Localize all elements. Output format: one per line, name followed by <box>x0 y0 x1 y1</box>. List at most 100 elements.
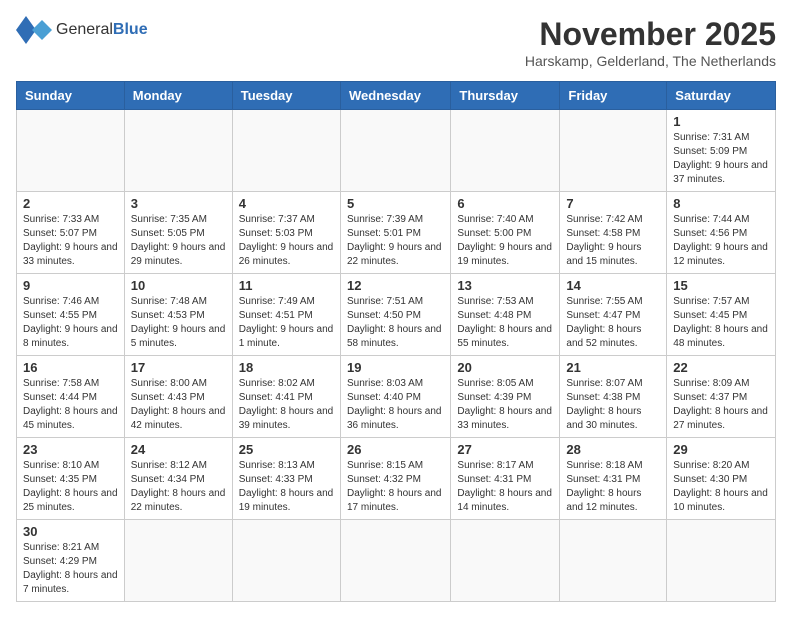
day-info: Sunrise: 8:17 AM Sunset: 4:31 PM Dayligh… <box>457 459 553 515</box>
page-header: GeneralBlue November 2025 Harskamp, Geld… <box>16 16 776 69</box>
day-number: 3 <box>131 196 226 211</box>
title-block: November 2025 Harskamp, Gelderland, The … <box>525 16 776 69</box>
calendar-cell <box>340 520 450 602</box>
calendar-cell: 25 Sunrise: 8:13 AM Sunset: 4:33 PM Dayli… <box>232 438 340 520</box>
day-info: Sunrise: 8:20 AM Sunset: 4:30 PM Dayligh… <box>673 459 769 515</box>
day-info: Sunrise: 7:40 AM Sunset: 5:00 PM Dayligh… <box>457 213 553 269</box>
day-number: 30 <box>23 524 118 539</box>
week-row-6: 30 Sunrise: 8:21 AM Sunset: 4:29 PM Dayli… <box>17 520 776 602</box>
calendar-cell: 12 Sunrise: 7:51 AM Sunset: 4:50 PM Dayli… <box>340 274 450 356</box>
calendar-cell: 27Sunrise: 8:17 AM Sunset: 4:31 PM Dayli… <box>451 438 560 520</box>
calendar-cell: 17Sunrise: 8:00 AM Sunset: 4:43 PM Dayli… <box>124 356 232 438</box>
calendar-cell: 29 Sunrise: 8:20 AM Sunset: 4:30 PM Dayli… <box>667 438 776 520</box>
day-number: 14 <box>566 278 660 293</box>
day-number: 13 <box>457 278 553 293</box>
calendar-cell <box>451 520 560 602</box>
calendar-subtitle: Harskamp, Gelderland, The Netherlands <box>525 53 776 69</box>
day-info: Sunrise: 7:51 AM Sunset: 4:50 PM Dayligh… <box>347 295 444 351</box>
logo: GeneralBlue <box>16 16 148 44</box>
calendar-cell: 18Sunrise: 8:02 AM Sunset: 4:41 PM Dayli… <box>232 356 340 438</box>
calendar-cell <box>451 110 560 192</box>
calendar-cell: 20 Sunrise: 8:05 AM Sunset: 4:39 PM Dayli… <box>451 356 560 438</box>
week-row-4: 16Sunrise: 7:58 AM Sunset: 4:44 PM Dayli… <box>17 356 776 438</box>
day-info: Sunrise: 7:57 AM Sunset: 4:45 PM Dayligh… <box>673 295 769 351</box>
calendar-cell: 5 Sunrise: 7:39 AM Sunset: 5:01 PM Daylig… <box>340 192 450 274</box>
day-info: Sunrise: 7:39 AM Sunset: 5:01 PM Dayligh… <box>347 213 444 269</box>
calendar-cell: 13 Sunrise: 7:53 AM Sunset: 4:48 PM Dayli… <box>451 274 560 356</box>
calendar-cell: 4Sunrise: 7:37 AM Sunset: 5:03 PM Daylig… <box>232 192 340 274</box>
calendar-cell <box>17 110 125 192</box>
day-number: 15 <box>673 278 769 293</box>
day-info: Sunrise: 7:58 AM Sunset: 4:44 PM Dayligh… <box>23 377 118 433</box>
day-info: Sunrise: 8:09 AM Sunset: 4:37 PM Dayligh… <box>673 377 769 433</box>
calendar-cell: 9 Sunrise: 7:46 AM Sunset: 4:55 PM Daylig… <box>17 274 125 356</box>
weekday-header-monday: Monday <box>124 82 232 110</box>
weekday-header-row: SundayMondayTuesdayWednesdayThursdayFrid… <box>17 82 776 110</box>
day-info: Sunrise: 8:13 AM Sunset: 4:33 PM Dayligh… <box>239 459 334 515</box>
day-info: Sunrise: 7:55 AM Sunset: 4:47 PM Dayligh… <box>566 295 660 351</box>
weekday-header-saturday: Saturday <box>667 82 776 110</box>
day-number: 24 <box>131 442 226 457</box>
day-info: Sunrise: 7:53 AM Sunset: 4:48 PM Dayligh… <box>457 295 553 351</box>
day-number: 10 <box>131 278 226 293</box>
day-info: Sunrise: 7:46 AM Sunset: 4:55 PM Dayligh… <box>23 295 118 351</box>
weekday-header-friday: Friday <box>560 82 667 110</box>
day-info: Sunrise: 7:44 AM Sunset: 4:56 PM Dayligh… <box>673 213 769 269</box>
calendar-cell <box>667 520 776 602</box>
day-number: 8 <box>673 196 769 211</box>
day-number: 20 <box>457 360 553 375</box>
week-row-1: 1 Sunrise: 7:31 AM Sunset: 5:09 PM Daylig… <box>17 110 776 192</box>
day-info: Sunrise: 8:18 AM Sunset: 4:31 PM Dayligh… <box>566 459 660 515</box>
calendar-title: November 2025 <box>525 16 776 53</box>
day-number: 28 <box>566 442 660 457</box>
day-info: Sunrise: 8:21 AM Sunset: 4:29 PM Dayligh… <box>23 541 118 597</box>
logo-text: GeneralBlue <box>56 21 148 39</box>
calendar-cell: 28 Sunrise: 8:18 AM Sunset: 4:31 PM Dayli… <box>560 438 667 520</box>
calendar-cell <box>124 520 232 602</box>
day-number: 5 <box>347 196 444 211</box>
calendar-cell: 22 Sunrise: 8:09 AM Sunset: 4:37 PM Dayli… <box>667 356 776 438</box>
day-info: Sunrise: 8:12 AM Sunset: 4:34 PM Dayligh… <box>131 459 226 515</box>
day-number: 4 <box>239 196 334 211</box>
day-info: Sunrise: 7:33 AM Sunset: 5:07 PM Dayligh… <box>23 213 118 269</box>
calendar-cell: 14 Sunrise: 7:55 AM Sunset: 4:47 PM Dayli… <box>560 274 667 356</box>
day-number: 11 <box>239 278 334 293</box>
weekday-header-tuesday: Tuesday <box>232 82 340 110</box>
day-number: 18 <box>239 360 334 375</box>
calendar-cell: 24 Sunrise: 8:12 AM Sunset: 4:34 PM Dayli… <box>124 438 232 520</box>
day-info: Sunrise: 7:48 AM Sunset: 4:53 PM Dayligh… <box>131 295 226 351</box>
calendar-cell: 23Sunrise: 8:10 AM Sunset: 4:35 PM Dayli… <box>17 438 125 520</box>
day-number: 19 <box>347 360 444 375</box>
day-number: 2 <box>23 196 118 211</box>
calendar-cell: 30 Sunrise: 8:21 AM Sunset: 4:29 PM Dayli… <box>17 520 125 602</box>
calendar-cell <box>232 520 340 602</box>
calendar-cell: 11 Sunrise: 7:49 AM Sunset: 4:51 PM Dayli… <box>232 274 340 356</box>
day-number: 17 <box>131 360 226 375</box>
calendar-cell: 1 Sunrise: 7:31 AM Sunset: 5:09 PM Daylig… <box>667 110 776 192</box>
day-number: 22 <box>673 360 769 375</box>
day-number: 23 <box>23 442 118 457</box>
calendar-cell <box>232 110 340 192</box>
calendar-cell: 26 Sunrise: 8:15 AM Sunset: 4:32 PM Dayli… <box>340 438 450 520</box>
calendar-cell: 3 Sunrise: 7:35 AM Sunset: 5:05 PM Daylig… <box>124 192 232 274</box>
calendar-cell <box>124 110 232 192</box>
calendar-cell: 6 Sunrise: 7:40 AM Sunset: 5:00 PM Daylig… <box>451 192 560 274</box>
day-number: 12 <box>347 278 444 293</box>
day-number: 25 <box>239 442 334 457</box>
day-info: Sunrise: 7:35 AM Sunset: 5:05 PM Dayligh… <box>131 213 226 269</box>
day-info: Sunrise: 8:05 AM Sunset: 4:39 PM Dayligh… <box>457 377 553 433</box>
day-number: 1 <box>673 114 769 129</box>
week-row-3: 9 Sunrise: 7:46 AM Sunset: 4:55 PM Daylig… <box>17 274 776 356</box>
day-info: Sunrise: 7:31 AM Sunset: 5:09 PM Dayligh… <box>673 131 769 187</box>
day-number: 29 <box>673 442 769 457</box>
weekday-header-sunday: Sunday <box>17 82 125 110</box>
day-number: 7 <box>566 196 660 211</box>
day-number: 6 <box>457 196 553 211</box>
day-number: 26 <box>347 442 444 457</box>
day-number: 9 <box>23 278 118 293</box>
calendar-cell <box>560 520 667 602</box>
week-row-2: 2 Sunrise: 7:33 AM Sunset: 5:07 PM Daylig… <box>17 192 776 274</box>
day-info: Sunrise: 8:15 AM Sunset: 4:32 PM Dayligh… <box>347 459 444 515</box>
day-info: Sunrise: 7:49 AM Sunset: 4:51 PM Dayligh… <box>239 295 334 351</box>
calendar-cell <box>340 110 450 192</box>
